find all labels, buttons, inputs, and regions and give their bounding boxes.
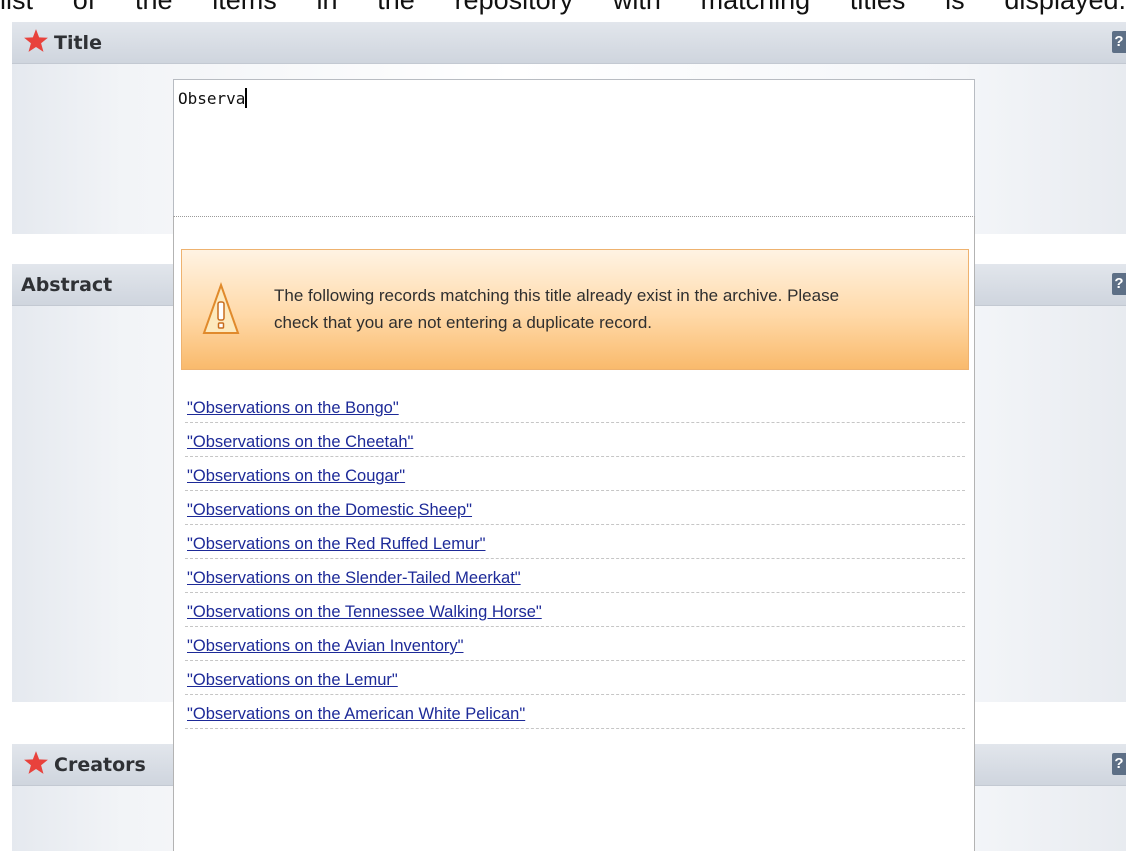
help-icon[interactable]: ? — [1112, 273, 1126, 295]
warning-line: The following records matching this titl… — [274, 286, 840, 305]
abstract-field-label: Abstract — [21, 274, 113, 296]
list-item: "Observations on the Bongo" — [185, 389, 965, 423]
matching-record-link[interactable]: "Observations on the Lemur" — [187, 671, 398, 690]
list-item: "Observations on the Cougar" — [185, 457, 965, 491]
required-star-icon — [24, 751, 48, 774]
required-star-icon — [24, 29, 48, 52]
title-field-header: Title ? — [12, 22, 1126, 64]
matching-record-link[interactable]: "Observations on the Cheetah" — [187, 433, 413, 452]
matching-record-link[interactable]: "Observations on the Red Ruffed Lemur" — [187, 535, 486, 554]
matching-record-link[interactable]: "Observations on the Tennessee Walking H… — [187, 603, 542, 622]
list-item: "Observations on the Domestic Sheep" — [185, 491, 965, 525]
title-input[interactable]: Observa — [173, 79, 975, 217]
warning-icon — [202, 282, 240, 334]
list-item: "Observations on the Slender-Tailed Meer… — [185, 559, 965, 593]
creators-field-label: Creators — [54, 754, 146, 776]
list-item: "Observations on the Cheetah" — [185, 423, 965, 457]
title-input-value: Observa — [178, 89, 246, 108]
list-item: "Observations on the Lemur" — [185, 661, 965, 695]
help-icon[interactable]: ? — [1112, 753, 1126, 775]
matching-record-link[interactable]: "Observations on the Slender-Tailed Meer… — [187, 569, 521, 588]
list-item: "Observations on the American White Peli… — [185, 695, 965, 729]
help-icon[interactable]: ? — [1112, 31, 1126, 53]
matching-record-link[interactable]: "Observations on the Domestic Sheep" — [187, 501, 472, 520]
matching-record-link[interactable]: "Observations on the American White Peli… — [187, 705, 525, 724]
caption-text: list of the items in the repository with… — [0, 0, 1126, 15]
title-field-label: Title — [54, 32, 102, 54]
text-caret — [245, 88, 248, 108]
duplicate-suggestions-panel: The following records matching this titl… — [173, 216, 975, 851]
list-item: "Observations on the Tennessee Walking H… — [185, 593, 965, 627]
matching-record-link[interactable]: "Observations on the Cougar" — [187, 467, 405, 486]
duplicate-warning-box: The following records matching this titl… — [181, 249, 969, 370]
duplicate-warning-text: The following records matching this titl… — [274, 282, 964, 336]
matching-record-link[interactable]: "Observations on the Avian Inventory" — [187, 637, 464, 656]
matching-record-link[interactable]: "Observations on the Bongo" — [187, 399, 399, 418]
matching-records-list: "Observations on the Bongo" "Observation… — [185, 389, 965, 729]
page-caption: list of the items in the repository with… — [0, 0, 1126, 20]
list-item: "Observations on the Red Ruffed Lemur" — [185, 525, 965, 559]
warning-line: check that you are not entering a duplic… — [274, 313, 653, 332]
list-item: "Observations on the Avian Inventory" — [185, 627, 965, 661]
